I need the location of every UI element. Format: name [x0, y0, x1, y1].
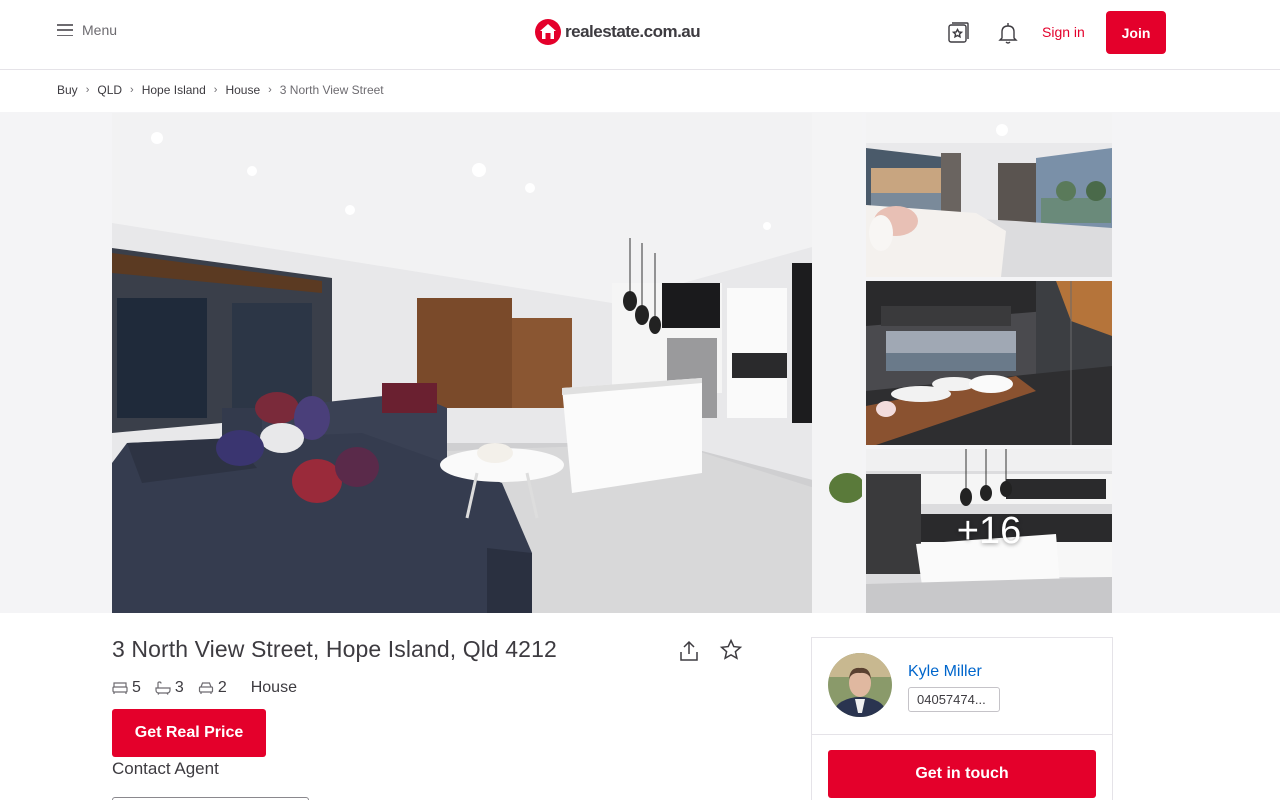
agent-avatar — [828, 653, 892, 717]
bed-icon — [112, 682, 128, 694]
site-header: Menu realestate.com.au Sign in Join — [0, 0, 1280, 70]
breadcrumb: Buy › QLD › Hope Island › House › 3 Nort… — [57, 83, 384, 97]
sign-in-link[interactable]: Sign in — [1042, 24, 1085, 40]
get-in-touch-button[interactable]: Get in touch — [828, 750, 1096, 798]
menu-icon — [57, 24, 73, 36]
chevron-right-icon: › — [85, 84, 90, 96]
logo-house-icon — [535, 19, 561, 45]
agent-name-link[interactable]: Kyle Miller — [908, 663, 982, 681]
breadcrumb-item-qld[interactable]: QLD — [97, 83, 122, 97]
chevron-right-icon: › — [268, 84, 272, 96]
bedrooms-feature: 5 — [112, 679, 141, 697]
star-icon[interactable] — [719, 638, 743, 662]
car-icon — [198, 682, 213, 694]
bedrooms-count: 5 — [132, 679, 141, 696]
saved-properties-button[interactable] — [945, 20, 971, 46]
thumbnail-bathroom[interactable] — [866, 281, 1112, 445]
bathrooms-count: 3 — [174, 679, 184, 696]
breadcrumb-item-house[interactable]: House — [225, 83, 260, 97]
agent-card: Kyle Miller 04057474... Get in touch — [811, 637, 1113, 800]
parking-count: 2 — [217, 679, 227, 696]
chevron-right-icon: › — [213, 84, 218, 96]
saved-properties-icon — [948, 22, 969, 43]
join-button[interactable]: Join — [1106, 11, 1166, 54]
thumbnail-kitchen-more[interactable]: +16 — [866, 449, 1112, 613]
bathrooms-feature: 3 — [155, 679, 184, 697]
more-photos-count[interactable]: +16 — [866, 449, 1112, 613]
breadcrumb-item-current: 3 North View Street — [279, 83, 384, 97]
notifications-button[interactable] — [995, 20, 1021, 46]
menu-label: Menu — [82, 22, 118, 38]
logo-text: realestate.com.au — [565, 22, 701, 41]
breadcrumb-item-buy[interactable]: Buy — [57, 83, 78, 97]
property-features: 5 3 2 House — [112, 679, 297, 697]
site-logo[interactable]: realestate.com.au — [534, 18, 701, 46]
chevron-right-icon: › — [130, 84, 134, 96]
thumbnail-bedroom[interactable] — [866, 113, 1112, 277]
parking-feature: 2 — [198, 679, 227, 697]
get-real-price-button[interactable]: Get Real Price — [112, 709, 266, 757]
bath-icon — [155, 681, 171, 695]
property-type: House — [250, 679, 297, 696]
listing-address: 3 North View Street, Hope Island, Qld 42… — [112, 636, 557, 662]
agent-phone-reveal[interactable]: 04057474... — [908, 687, 1000, 712]
divider — [812, 734, 1112, 735]
contact-agent-heading: Contact Agent — [112, 759, 219, 778]
breadcrumb-item-hope-island[interactable]: Hope Island — [142, 83, 206, 97]
share-icon[interactable] — [677, 639, 701, 663]
bell-icon — [998, 23, 1018, 44]
main-photo-living-room[interactable] — [112, 113, 862, 613]
menu-button[interactable]: Menu — [57, 22, 117, 38]
